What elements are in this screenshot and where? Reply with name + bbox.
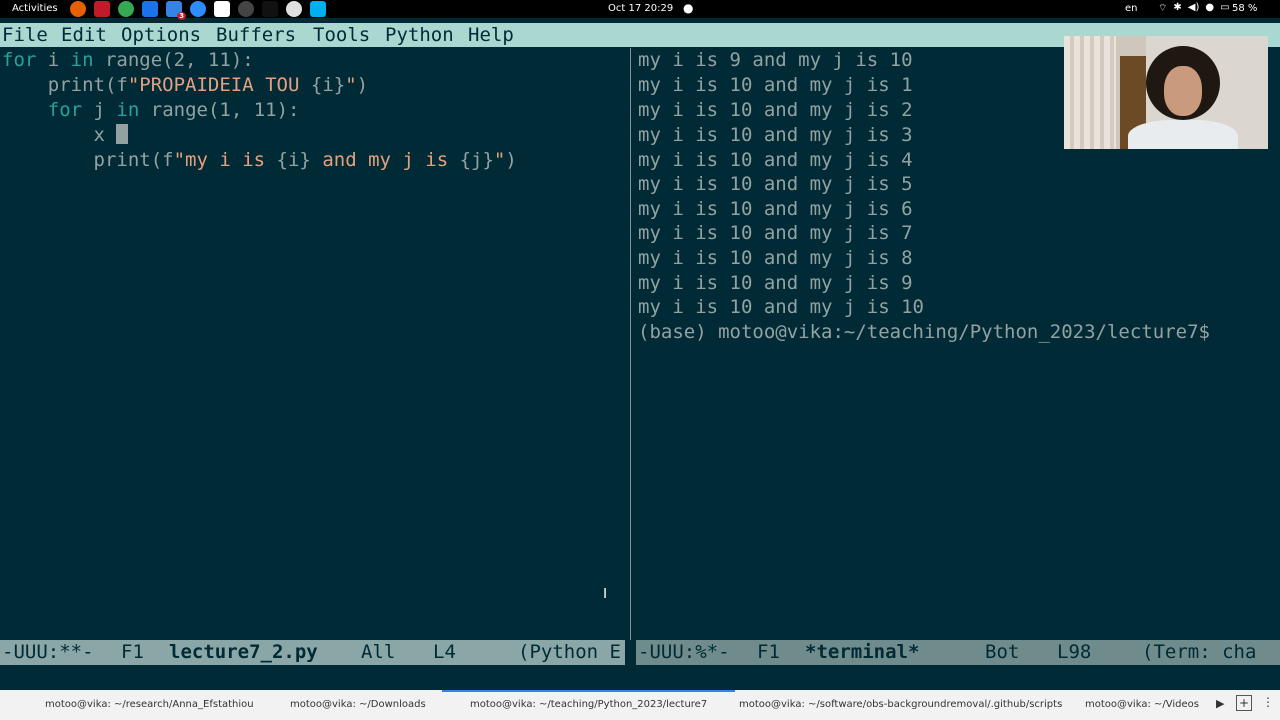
- buffer-status: -UUU:%*-: [638, 641, 730, 663]
- webcam-person-shirt: [1128, 120, 1238, 149]
- buffer-status: -UUU:**-: [2, 641, 94, 663]
- line-number: L4: [433, 641, 456, 663]
- code-line: print(f"PROPAIDEIA TOU {i}"): [2, 74, 369, 96]
- clock[interactable]: Oct 17 20:29: [608, 3, 673, 14]
- notification-badge: 3: [177, 12, 186, 20]
- bluetooth-icon: ✱: [1173, 2, 1182, 13]
- add-workspace-icon[interactable]: +: [1236, 695, 1252, 711]
- chrome-icon[interactable]: [118, 1, 134, 17]
- menu-buffers[interactable]: Buffers: [216, 23, 296, 47]
- menu-edit[interactable]: Edit: [61, 23, 107, 47]
- terminal-line: my i is 10 and my j is 9: [638, 272, 913, 294]
- obs-icon[interactable]: [238, 1, 254, 17]
- line-number: L98: [1057, 641, 1092, 663]
- menu-help[interactable]: Help: [468, 23, 514, 47]
- taskbar-window[interactable]: motoo@vika: ~/software/obs-backgroundrem…: [739, 699, 1062, 710]
- pdf-reader-icon[interactable]: [94, 1, 110, 17]
- terminal-line: my i is 10 and my j is 4: [638, 149, 913, 171]
- minibuffer[interactable]: [0, 665, 1280, 690]
- volume-icon: ◀): [1187, 2, 1200, 13]
- app-launcher-icons: 3: [70, 1, 326, 20]
- code-line: for i in range(2, 11):: [2, 49, 254, 71]
- menu-python[interactable]: Python: [385, 23, 454, 47]
- zoom-icon[interactable]: [190, 1, 206, 17]
- menu-tools[interactable]: Tools: [313, 23, 370, 47]
- terminal-line: my i is 10 and my j is 1: [638, 74, 913, 96]
- webcam-overlay: [1064, 36, 1268, 149]
- taskbar-scroll-right-icon[interactable]: ▶: [1216, 697, 1224, 710]
- taskbar-window[interactable]: motoo@vika: ~/Videos: [1085, 699, 1199, 710]
- taskbar-window-active[interactable]: motoo@vika: ~/teaching/Python_2023/lectu…: [441, 690, 736, 710]
- keyboard-layout[interactable]: en: [1125, 3, 1138, 14]
- docs-icon[interactable]: [142, 1, 158, 17]
- editor-mode-line: -UUU:**- F1 lecture7_2.py All L4 (Python…: [0, 640, 625, 665]
- inkscape-draw-icon[interactable]: [262, 1, 278, 17]
- major-mode[interactable]: (Python E: [518, 640, 621, 665]
- buffer-name[interactable]: *terminal*: [805, 640, 919, 665]
- inkscape-icon[interactable]: [214, 1, 230, 17]
- code-line: for j in range(1, 11):: [47, 99, 300, 121]
- taskbar-window[interactable]: motoo@vika: ~/research/Anna_Efstathiou: [45, 699, 254, 710]
- terminal-line: my i is 10 and my j is 6: [638, 198, 913, 220]
- terminal-line: my i is 10 and my j is 5: [638, 173, 913, 195]
- system-status-icons[interactable]: ⌔ ✱ ◀) ● ▭: [1158, 2, 1230, 15]
- taskbar-menu-icon[interactable]: ⋮: [1262, 695, 1274, 709]
- wifi-icon: ⌔: [1158, 3, 1168, 14]
- microphone-icon: ●: [1205, 2, 1215, 13]
- python-editor-pane[interactable]: for i in range(2, 11): print(f"PROPAIDEI…: [0, 48, 625, 640]
- buffer-position: Bot: [985, 641, 1020, 663]
- code-line: x: [2, 123, 129, 147]
- settings-icon[interactable]: [286, 1, 302, 17]
- frame-name: F1: [757, 641, 780, 663]
- menu-file[interactable]: File: [2, 23, 48, 47]
- system-top-bar: Activities 3 Oct 17 20:29 ● en ⌔ ✱ ◀) ● …: [0, 0, 1280, 20]
- terminal-line: my i is 10 and my j is 7: [638, 222, 913, 244]
- webcam-person-face: [1164, 66, 1202, 116]
- activities-button[interactable]: Activities: [12, 3, 58, 14]
- skype-icon[interactable]: [310, 1, 326, 17]
- frame-name: F1: [121, 641, 144, 663]
- window-list-taskbar: motoo@vika: ~/research/Anna_Efstathiou m…: [0, 690, 1280, 720]
- terminal-prompt[interactable]: (base) motoo@vika:~/teaching/Python_2023…: [638, 320, 1210, 344]
- firefox-icon[interactable]: [70, 1, 86, 17]
- battery-percentage: 58 %: [1232, 3, 1258, 14]
- battery-icon: ▭: [1220, 2, 1230, 13]
- terminal-mode-line: -UUU:%*- F1 *terminal* Bot L98 (Term: ch…: [636, 640, 1280, 665]
- buffer-name[interactable]: lecture7_2.py: [169, 640, 318, 665]
- major-mode[interactable]: (Term: cha: [1142, 640, 1256, 665]
- taskbar-window[interactable]: motoo@vika: ~/Downloads: [290, 699, 426, 710]
- terminal-line: my i is 10 and my j is 3: [638, 124, 913, 146]
- menu-options[interactable]: Options: [121, 23, 201, 47]
- files-icon[interactable]: 3: [166, 1, 186, 20]
- buffer-position: All: [361, 641, 396, 663]
- notification-dot: ●: [683, 1, 694, 15]
- code-line: print(f"my i is {i} and my j is {j}"): [2, 149, 517, 171]
- window-divider[interactable]: [625, 48, 636, 664]
- terminal-line: my i is 10 and my j is 8: [638, 247, 913, 269]
- webcam-curtain: [1064, 36, 1116, 149]
- terminal-line: my i is 10 and my j is 10: [638, 296, 924, 318]
- terminal-line: my i is 9 and my j is 10: [638, 49, 913, 71]
- terminal-line: my i is 10 and my j is 2: [638, 99, 913, 121]
- divider-line: [630, 48, 631, 640]
- ibeam-cursor-icon: Ⅰ: [603, 586, 608, 602]
- text-cursor: [116, 124, 129, 144]
